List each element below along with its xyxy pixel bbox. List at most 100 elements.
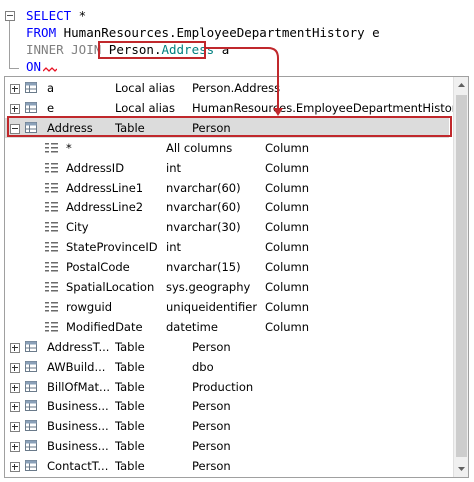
outline-guide-end xyxy=(9,68,19,69)
item-type: int xyxy=(166,240,181,255)
item-info: Production xyxy=(192,379,254,394)
item-info: Column xyxy=(265,200,310,215)
item-info: Person xyxy=(192,439,231,454)
table-row[interactable]: a Local alias Person.Address xyxy=(5,78,449,98)
column-row[interactable]: rowguid uniqueidentifier Column xyxy=(5,297,449,317)
item-name: SpatialLocation xyxy=(66,280,155,294)
item-info: Column xyxy=(265,140,310,155)
column-icon xyxy=(45,182,58,192)
table-icon xyxy=(25,101,37,113)
table-icon xyxy=(25,340,37,352)
table-row[interactable]: Business... Table Person xyxy=(5,416,449,436)
sql-line-2[interactable]: FROM HumanResources.EmployeeDepartmentHi… xyxy=(26,24,380,41)
scroll-thumb[interactable] xyxy=(456,95,467,457)
sql-line-4[interactable]: ON xyxy=(26,58,41,75)
expand-icon[interactable] xyxy=(10,362,20,373)
item-info: Person xyxy=(192,419,231,434)
item-info: Column xyxy=(265,180,310,195)
item-name: * xyxy=(66,140,72,155)
column-row[interactable]: City nvarchar(30) Column xyxy=(5,217,449,237)
column-icon xyxy=(45,162,58,173)
item-type: Table xyxy=(115,459,145,474)
table-icon xyxy=(25,420,37,432)
item-type: All columns xyxy=(166,140,233,155)
item-name: BillOfMat... xyxy=(47,379,111,394)
expand-icon[interactable] xyxy=(10,402,20,413)
item-info: Column xyxy=(265,160,310,175)
expand-icon[interactable] xyxy=(10,84,20,94)
sql-text: * xyxy=(71,8,87,23)
item-type: sys.geography xyxy=(166,280,251,294)
item-type: Local alias xyxy=(115,81,175,95)
expand-icon[interactable] xyxy=(10,422,20,433)
table-row[interactable]: Business... Table Person xyxy=(5,436,449,456)
item-name: City xyxy=(66,220,89,235)
table-icon xyxy=(25,460,37,472)
item-name: AddressT... xyxy=(47,339,110,354)
column-row[interactable]: PostalCode nvarchar(15) Column xyxy=(5,257,449,277)
item-info: Column xyxy=(265,220,310,235)
item-type: int xyxy=(166,160,181,175)
item-name: AddressID xyxy=(66,160,125,175)
item-info: Column xyxy=(265,280,310,294)
sql-editor[interactable]: SELECT * FROM HumanResources.EmployeeDep… xyxy=(0,0,474,76)
table-icon xyxy=(25,380,37,392)
item-info: Column xyxy=(265,299,310,314)
sql-text: HumanResources.EmployeeDepartmentHistory… xyxy=(56,25,380,40)
item-info: Column xyxy=(265,319,310,334)
item-name: ModifiedDate xyxy=(66,319,143,334)
table-icon xyxy=(25,82,37,93)
item-info: Person.Address xyxy=(192,81,281,95)
column-row[interactable]: ModifiedDate datetime Column xyxy=(5,317,449,337)
table-row[interactable]: e Local alias HumanResources.EmployeeDepar… xyxy=(5,98,463,118)
column-row[interactable]: AddressLine2 nvarchar(60) Column xyxy=(5,197,449,217)
item-type: uniqueidentifier xyxy=(166,299,258,314)
sql-keyword: ON xyxy=(26,59,42,74)
vertical-scrollbar[interactable] xyxy=(453,77,469,477)
item-name: ContactT... xyxy=(47,459,109,474)
column-icon xyxy=(45,222,58,232)
column-row[interactable]: AddressID int Column xyxy=(5,158,449,178)
item-type: Local alias xyxy=(115,100,175,115)
table-icon xyxy=(25,400,37,412)
item-type: nvarchar(15) xyxy=(166,260,241,275)
column-icon xyxy=(45,242,58,252)
expand-icon[interactable] xyxy=(10,462,20,473)
item-name: Business... xyxy=(47,399,109,414)
item-type: Table xyxy=(115,339,145,354)
collapse-region-icon[interactable] xyxy=(5,11,15,21)
table-row[interactable]: AddressT... Table Person xyxy=(5,337,449,357)
table-row[interactable]: Business... Table Person xyxy=(5,396,449,416)
table-row[interactable]: AWBuild... Table dbo xyxy=(5,357,449,377)
item-info: Person xyxy=(192,399,231,414)
item-type: nvarchar(30) xyxy=(166,220,241,235)
table-row[interactable]: ContactT... Table Person xyxy=(5,456,449,476)
sql-keyword: SELECT xyxy=(26,8,72,23)
column-icon xyxy=(45,301,58,312)
sql-keyword: INNER JOIN xyxy=(26,42,102,57)
sql-alias: a xyxy=(214,42,230,57)
column-icon xyxy=(45,282,58,292)
expand-icon[interactable] xyxy=(10,442,20,453)
sql-line-1[interactable]: SELECT * xyxy=(26,7,86,24)
expand-icon[interactable] xyxy=(10,342,20,353)
column-row[interactable]: SpatialLocation sys.geography Column xyxy=(5,277,449,297)
table-icon xyxy=(25,440,37,452)
expand-icon[interactable] xyxy=(10,382,20,393)
item-info: Person xyxy=(192,339,231,354)
column-row[interactable]: StateProvinceID int Column xyxy=(5,237,449,257)
item-name: AddressLine1 xyxy=(66,180,144,195)
scroll-up-icon[interactable] xyxy=(454,77,469,93)
column-row[interactable]: * All columns Column xyxy=(5,138,449,158)
item-info: Column xyxy=(265,240,310,255)
item-name: e xyxy=(47,100,55,115)
item-type: nvarchar(60) xyxy=(166,180,241,195)
column-icon xyxy=(45,202,58,212)
error-squiggle xyxy=(43,67,57,72)
column-row[interactable]: AddressLine1 nvarchar(60) Column xyxy=(5,178,449,198)
item-name: Business... xyxy=(47,439,109,454)
item-info: Column xyxy=(265,260,310,275)
expand-icon[interactable] xyxy=(10,103,20,114)
table-row[interactable]: BillOfMat... Table Production xyxy=(5,377,449,397)
scroll-down-icon[interactable] xyxy=(454,461,469,477)
